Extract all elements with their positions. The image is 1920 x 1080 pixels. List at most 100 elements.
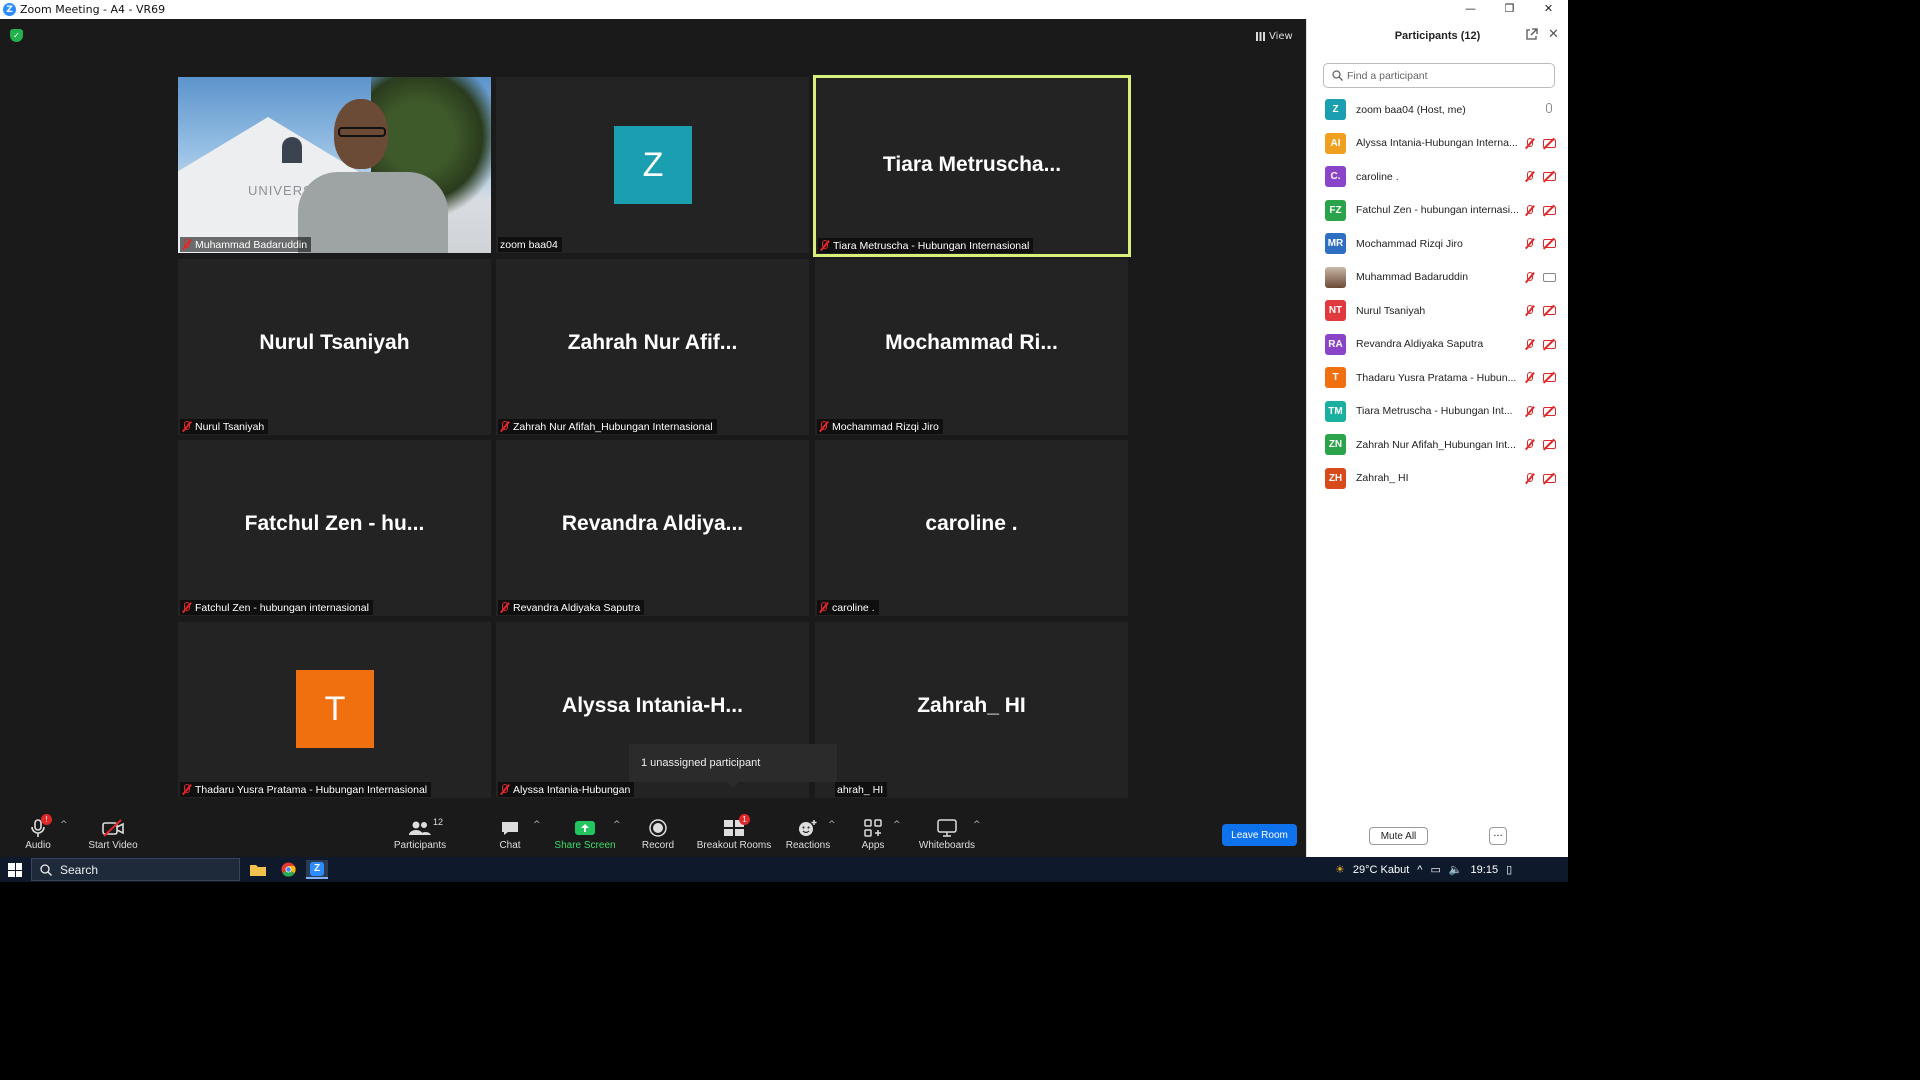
apps-caret-icon[interactable]: ^ <box>893 820 901 830</box>
video-tile-caroline[interactable]: caroline . caroline . <box>815 440 1128 616</box>
tile-center-name: Mochammad Ri... <box>885 331 1058 354</box>
share-screen-icon <box>575 817 595 839</box>
breakout-rooms-button[interactable]: 1 Breakout Rooms <box>696 811 772 857</box>
video-off-icon[interactable] <box>1543 406 1556 416</box>
video-off-icon[interactable] <box>1543 239 1556 248</box>
video-tile-tiara-metruscha-active-speaker[interactable]: Tiara Metruscha... Tiara Metruscha - Hub… <box>813 75 1131 257</box>
video-off-icon[interactable] <box>1543 473 1556 483</box>
participant-row[interactable]: ZH Zahrah_ HI <box>1307 462 1569 496</box>
reactions-button[interactable]: Reactions <box>785 811 831 857</box>
meeting-toolbar: ! Audio ^ Start Video 12 Participants Ch… <box>0 811 1306 857</box>
network-icon[interactable]: ▭ <box>1430 863 1440 876</box>
more-options-button[interactable]: ··· <box>1489 827 1507 845</box>
tile-name: Muhammad Badaruddin <box>195 238 308 251</box>
whiteboards-caret-icon[interactable]: ^ <box>973 820 981 830</box>
participant-avatar: MR <box>1325 233 1346 255</box>
video-tile-mochammad-rizqi[interactable]: Mochammad Ri... Mochammad Rizqi Jiro <box>815 259 1128 435</box>
participant-row[interactable]: AI Alyssa Intania-Hubungan Interna... <box>1307 127 1569 161</box>
participant-row[interactable]: C. caroline . <box>1307 160 1569 194</box>
video-tile-zahrah-nur-afifah[interactable]: Zahrah Nur Afif... Zahrah Nur Afifah_Hub… <box>496 259 809 435</box>
show-hidden-icons-icon[interactable]: ^ <box>1417 864 1422 876</box>
weather-label[interactable]: 29°C Kabut <box>1353 864 1409 876</box>
view-button[interactable]: View <box>1256 27 1293 45</box>
video-tile-revandra-aldiyaka[interactable]: Revandra Aldiya... Revandra Aldiyaka Sap… <box>496 440 809 616</box>
muted-mic-icon[interactable] <box>1525 338 1534 350</box>
participant-row[interactable]: ZN Zahrah Nur Afifah_Hubungan Int... <box>1307 428 1569 462</box>
weather-icon[interactable]: ☀ <box>1335 863 1345 876</box>
find-participant-input[interactable]: Find a participant <box>1323 63 1555 88</box>
muted-mic-icon <box>500 784 509 795</box>
zoom-taskbar-icon[interactable]: Z <box>306 860 328 879</box>
clock[interactable]: 19:15 <box>1471 864 1499 876</box>
muted-mic-icon[interactable] <box>1525 204 1534 216</box>
participant-row[interactable]: RA Revandra Aldiyaka Saputra <box>1307 328 1569 362</box>
muted-mic-icon[interactable] <box>1525 405 1534 417</box>
record-icon <box>649 817 667 839</box>
chat-options-caret-icon[interactable]: ^ <box>533 820 541 830</box>
muted-mic-icon[interactable] <box>1525 439 1534 450</box>
reactions-caret-icon[interactable]: ^ <box>828 820 836 830</box>
whiteboards-button[interactable]: Whiteboards <box>916 811 978 857</box>
chat-button[interactable]: Chat <box>496 811 524 857</box>
encryption-shield-icon[interactable]: ✓ <box>10 29 23 42</box>
tile-name-label: Thadaru Yusra Pratama - Hubungan Interna… <box>180 782 432 797</box>
share-options-caret-icon[interactable]: ^ <box>613 820 621 830</box>
participant-row[interactable]: Z zoom baa04 (Host, me) <box>1307 93 1569 127</box>
mute-all-button[interactable]: Mute All <box>1369 827 1428 845</box>
participant-row[interactable]: TM Tiara Metruscha - Hubungan Int... <box>1307 395 1569 429</box>
video-on-icon[interactable] <box>1543 272 1556 282</box>
minimize-button[interactable]: — <box>1451 0 1490 19</box>
video-tile-thadaru-yusra[interactable]: T Thadaru Yusra Pratama - Hubungan Inter… <box>178 622 491 798</box>
restore-button[interactable]: ❐ <box>1490 0 1529 19</box>
leave-room-button[interactable]: Leave Room <box>1222 824 1297 846</box>
video-off-icon[interactable] <box>1543 306 1556 315</box>
person-glasses <box>338 127 386 137</box>
video-tile-zahrah-hi[interactable]: Zahrah_ HI ahrah_ HI <box>815 622 1128 798</box>
popout-icon[interactable] <box>1525 28 1539 42</box>
video-off-icon[interactable] <box>1543 339 1556 349</box>
apps-button[interactable]: Apps <box>858 811 888 857</box>
muted-mic-icon[interactable] <box>1525 305 1534 316</box>
participant-list: Z zoom baa04 (Host, me) AI Alyssa Intani… <box>1307 93 1569 495</box>
video-tile-fatchul-zen[interactable]: Fatchul Zen - hu... Fatchul Zen - hubung… <box>178 440 491 616</box>
mic-on-icon[interactable] <box>1546 103 1552 113</box>
video-tile-muhammad-badaruddin[interactable]: UNIVERSITAS Muhammad Badaruddin <box>178 77 491 253</box>
muted-mic-icon[interactable] <box>1525 472 1534 484</box>
video-off-icon[interactable] <box>1543 205 1556 215</box>
participant-row[interactable]: FZ Fatchul Zen - hubungan internasi... <box>1307 194 1569 228</box>
muted-mic-icon[interactable] <box>1525 271 1534 283</box>
notification-icon[interactable]: ▯ <box>1506 863 1512 876</box>
muted-mic-icon[interactable] <box>1525 372 1534 383</box>
participant-avatar: T <box>1325 367 1346 389</box>
video-off-icon[interactable] <box>1543 373 1556 382</box>
muted-mic-icon[interactable] <box>1525 171 1534 182</box>
video-off-icon[interactable] <box>1543 172 1556 181</box>
grid-view-icon <box>1256 31 1265 41</box>
video-off-icon[interactable] <box>1543 138 1556 148</box>
participant-row[interactable]: MR Mochammad Rizqi Jiro <box>1307 227 1569 261</box>
record-label: Record <box>641 840 675 851</box>
share-screen-button[interactable]: Share Screen <box>553 811 617 857</box>
video-tile-nurul-tsaniyah[interactable]: Nurul Tsaniyah Nurul Tsaniyah <box>178 259 491 435</box>
participant-row[interactable]: Muhammad Badaruddin <box>1307 261 1569 295</box>
audio-button[interactable]: ! Audio <box>22 811 54 857</box>
muted-mic-icon[interactable] <box>1525 238 1534 249</box>
participant-row[interactable]: NT Nurul Tsaniyah <box>1307 294 1569 328</box>
close-window-button[interactable]: ✕ <box>1529 0 1568 19</box>
taskbar-search[interactable]: Search <box>31 858 240 881</box>
participants-button[interactable]: 12 Participants <box>390 811 450 857</box>
muted-mic-icon[interactable] <box>1525 137 1534 149</box>
close-panel-icon[interactable]: ✕ <box>1548 27 1562 42</box>
participant-row[interactable]: T Thadaru Yusra Pratama - Hubun... <box>1307 361 1569 395</box>
start-video-button[interactable]: Start Video <box>86 811 140 857</box>
file-explorer-icon[interactable] <box>247 860 269 879</box>
windows-start-icon[interactable] <box>8 863 22 877</box>
video-tile-zoom-baa04[interactable]: Z zoom baa04 <box>496 77 809 253</box>
video-off-icon[interactable] <box>1543 440 1556 449</box>
apps-icon <box>864 817 882 839</box>
chrome-icon[interactable] <box>277 860 299 879</box>
audio-options-caret-icon[interactable]: ^ <box>60 820 68 830</box>
tile-center-name: Zahrah Nur Afif... <box>567 331 738 354</box>
volume-icon[interactable]: 🔈 <box>1449 863 1463 876</box>
record-button[interactable]: Record <box>640 811 676 857</box>
